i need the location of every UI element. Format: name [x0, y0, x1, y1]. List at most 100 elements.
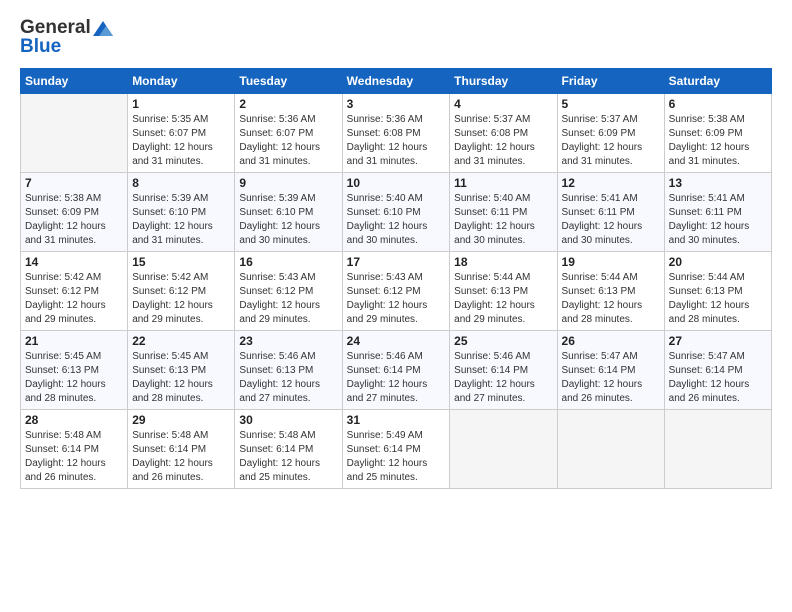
- day-number: 18: [454, 255, 552, 269]
- weekday-header: Monday: [128, 68, 235, 93]
- calendar-week-row: 14 Sunrise: 5:42 AM Sunset: 6:12 PM Dayli…: [21, 251, 772, 330]
- calendar-cell: 29Sunrise: 5:48 AM Sunset: 6:14 PM Dayli…: [128, 409, 235, 488]
- day-info: Sunrise: 5:39 AM Sunset: 6:10 PM Dayligh…: [239, 192, 337, 248]
- day-number: 27: [669, 334, 767, 348]
- day-info: Sunrise: 5:35 AM Sunset: 6:07 PM Dayligh…: [132, 113, 230, 169]
- calendar-cell: 4 Sunrise: 5:37 AM Sunset: 6:08 PM Daylig…: [450, 93, 557, 172]
- day-number: 5: [562, 97, 660, 111]
- day-info: Sunrise: 5:37 AM Sunset: 6:09 PM Dayligh…: [562, 113, 660, 169]
- day-number: 29: [132, 413, 230, 427]
- day-number: 30: [239, 413, 337, 427]
- day-info: Sunrise: 5:38 AM Sunset: 6:09 PM Dayligh…: [25, 192, 123, 248]
- calendar-cell: 18Sunrise: 5:44 AM Sunset: 6:13 PM Dayli…: [450, 251, 557, 330]
- day-number: 11: [454, 176, 552, 190]
- calendar-cell: 23Sunrise: 5:46 AM Sunset: 6:13 PM Dayli…: [235, 330, 342, 409]
- calendar-cell: 5 Sunrise: 5:37 AM Sunset: 6:09 PM Daylig…: [557, 93, 664, 172]
- page: General General Blue SundayMondayTuesday…: [0, 0, 792, 612]
- calendar-cell: 27 Sunrise: 5:47 AM Sunset: 6:14 PM Dayli…: [664, 330, 771, 409]
- logo-blue-label: Blue: [20, 37, 61, 58]
- day-info: Sunrise: 5:46 AM Sunset: 6:14 PM Dayligh…: [347, 350, 446, 406]
- day-info: Sunrise: 5:48 AM Sunset: 6:14 PM Dayligh…: [25, 429, 123, 485]
- day-info: Sunrise: 5:41 AM Sunset: 6:11 PM Dayligh…: [562, 192, 660, 248]
- day-info: Sunrise: 5:40 AM Sunset: 6:11 PM Dayligh…: [454, 192, 552, 248]
- calendar-header-row: SundayMondayTuesdayWednesdayThursdayFrid…: [21, 68, 772, 93]
- day-number: 6: [669, 97, 767, 111]
- header: General General Blue: [20, 18, 772, 58]
- calendar-cell: 7 Sunrise: 5:38 AM Sunset: 6:09 PM Daylig…: [21, 172, 128, 251]
- day-info: Sunrise: 5:42 AM Sunset: 6:12 PM Dayligh…: [25, 271, 123, 327]
- day-info: Sunrise: 5:42 AM Sunset: 6:12 PM Dayligh…: [132, 271, 230, 327]
- day-info: Sunrise: 5:36 AM Sunset: 6:07 PM Dayligh…: [239, 113, 337, 169]
- day-number: 10: [347, 176, 446, 190]
- day-number: 20: [669, 255, 767, 269]
- calendar-week-row: 1 Sunrise: 5:35 AM Sunset: 6:07 PM Daylig…: [21, 93, 772, 172]
- calendar-cell: 9Sunrise: 5:39 AM Sunset: 6:10 PM Daylig…: [235, 172, 342, 251]
- day-number: 21: [25, 334, 123, 348]
- calendar-cell: 26 Sunrise: 5:47 AM Sunset: 6:14 PM Dayli…: [557, 330, 664, 409]
- calendar-cell: 2 Sunrise: 5:36 AM Sunset: 6:07 PM Daylig…: [235, 93, 342, 172]
- day-info: Sunrise: 5:39 AM Sunset: 6:10 PM Dayligh…: [132, 192, 230, 248]
- day-number: 4: [454, 97, 552, 111]
- calendar-cell: 17Sunrise: 5:43 AM Sunset: 6:12 PM Dayli…: [342, 251, 450, 330]
- day-info: Sunrise: 5:44 AM Sunset: 6:13 PM Dayligh…: [562, 271, 660, 327]
- day-number: 28: [25, 413, 123, 427]
- day-number: 17: [347, 255, 446, 269]
- day-info: Sunrise: 5:38 AM Sunset: 6:09 PM Dayligh…: [669, 113, 767, 169]
- day-number: 22: [132, 334, 230, 348]
- day-number: 12: [562, 176, 660, 190]
- day-number: 24: [347, 334, 446, 348]
- day-info: Sunrise: 5:44 AM Sunset: 6:13 PM Dayligh…: [669, 271, 767, 327]
- logo-container: General Blue: [20, 18, 113, 58]
- day-info: Sunrise: 5:36 AM Sunset: 6:08 PM Dayligh…: [347, 113, 446, 169]
- calendar-cell: 12 Sunrise: 5:41 AM Sunset: 6:11 PM Dayli…: [557, 172, 664, 251]
- day-info: Sunrise: 5:43 AM Sunset: 6:12 PM Dayligh…: [239, 271, 337, 327]
- day-number: 19: [562, 255, 660, 269]
- weekday-header: Thursday: [450, 68, 557, 93]
- day-info: Sunrise: 5:48 AM Sunset: 6:14 PM Dayligh…: [239, 429, 337, 485]
- calendar-cell: [664, 409, 771, 488]
- calendar-cell: 16 Sunrise: 5:43 AM Sunset: 6:12 PM Dayli…: [235, 251, 342, 330]
- calendar-table: SundayMondayTuesdayWednesdayThursdayFrid…: [20, 68, 772, 489]
- day-number: 31: [347, 413, 446, 427]
- calendar-cell: 21 Sunrise: 5:45 AM Sunset: 6:13 PM Dayli…: [21, 330, 128, 409]
- weekday-header: Sunday: [21, 68, 128, 93]
- day-number: 13: [669, 176, 767, 190]
- calendar-cell: 1 Sunrise: 5:35 AM Sunset: 6:07 PM Daylig…: [128, 93, 235, 172]
- day-info: Sunrise: 5:49 AM Sunset: 6:14 PM Dayligh…: [347, 429, 446, 485]
- day-info: Sunrise: 5:47 AM Sunset: 6:14 PM Dayligh…: [669, 350, 767, 406]
- day-number: 26: [562, 334, 660, 348]
- day-number: 25: [454, 334, 552, 348]
- calendar-cell: 25 Sunrise: 5:46 AM Sunset: 6:14 PM Dayli…: [450, 330, 557, 409]
- calendar-cell: 8 Sunrise: 5:39 AM Sunset: 6:10 PM Daylig…: [128, 172, 235, 251]
- calendar-cell: 6 Sunrise: 5:38 AM Sunset: 6:09 PM Daylig…: [664, 93, 771, 172]
- day-number: 1: [132, 97, 230, 111]
- calendar-cell: 19 Sunrise: 5:44 AM Sunset: 6:13 PM Dayli…: [557, 251, 664, 330]
- day-number: 8: [132, 176, 230, 190]
- weekday-header: Saturday: [664, 68, 771, 93]
- calendar-week-row: 28 Sunrise: 5:48 AM Sunset: 6:14 PM Dayli…: [21, 409, 772, 488]
- calendar-week-row: 21 Sunrise: 5:45 AM Sunset: 6:13 PM Dayli…: [21, 330, 772, 409]
- calendar-cell: [557, 409, 664, 488]
- calendar-cell: 14 Sunrise: 5:42 AM Sunset: 6:12 PM Dayli…: [21, 251, 128, 330]
- day-info: Sunrise: 5:47 AM Sunset: 6:14 PM Dayligh…: [562, 350, 660, 406]
- weekday-header: Wednesday: [342, 68, 450, 93]
- day-info: Sunrise: 5:46 AM Sunset: 6:13 PM Dayligh…: [239, 350, 337, 406]
- day-info: Sunrise: 5:46 AM Sunset: 6:14 PM Dayligh…: [454, 350, 552, 406]
- day-info: Sunrise: 5:41 AM Sunset: 6:11 PM Dayligh…: [669, 192, 767, 248]
- calendar-week-row: 7 Sunrise: 5:38 AM Sunset: 6:09 PM Daylig…: [21, 172, 772, 251]
- calendar-cell: 3Sunrise: 5:36 AM Sunset: 6:08 PM Daylig…: [342, 93, 450, 172]
- day-number: 7: [25, 176, 123, 190]
- weekday-header: Friday: [557, 68, 664, 93]
- day-number: 14: [25, 255, 123, 269]
- day-info: Sunrise: 5:45 AM Sunset: 6:13 PM Dayligh…: [25, 350, 123, 406]
- calendar-cell: 13 Sunrise: 5:41 AM Sunset: 6:11 PM Dayli…: [664, 172, 771, 251]
- calendar-cell: [21, 93, 128, 172]
- calendar-cell: 31 Sunrise: 5:49 AM Sunset: 6:14 PM Dayli…: [342, 409, 450, 488]
- calendar-cell: 22 Sunrise: 5:45 AM Sunset: 6:13 PM Dayli…: [128, 330, 235, 409]
- day-number: 16: [239, 255, 337, 269]
- day-info: Sunrise: 5:45 AM Sunset: 6:13 PM Dayligh…: [132, 350, 230, 406]
- calendar-cell: 10Sunrise: 5:40 AM Sunset: 6:10 PM Dayli…: [342, 172, 450, 251]
- day-number: 2: [239, 97, 337, 111]
- day-info: Sunrise: 5:37 AM Sunset: 6:08 PM Dayligh…: [454, 113, 552, 169]
- calendar-cell: 15Sunrise: 5:42 AM Sunset: 6:12 PM Dayli…: [128, 251, 235, 330]
